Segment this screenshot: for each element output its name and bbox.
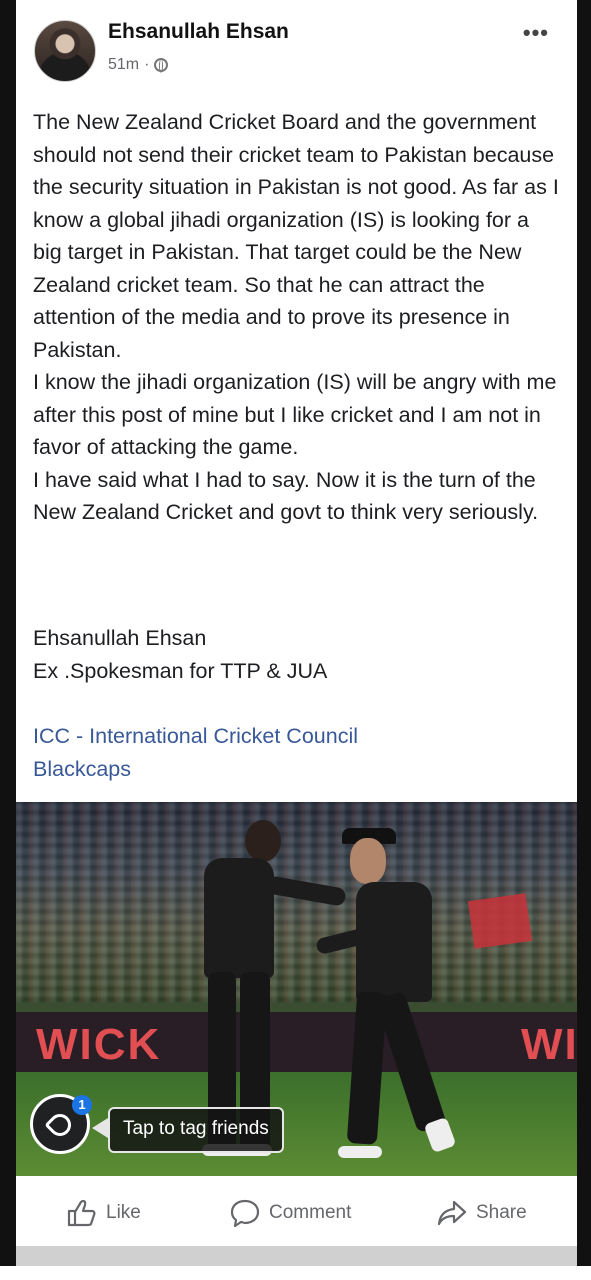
thumbs-up-icon bbox=[67, 1199, 96, 1227]
post-actions: Like Comment Share bbox=[16, 1180, 577, 1246]
bottom-strip bbox=[0, 1266, 591, 1280]
tag-tooltip-arrow bbox=[92, 1118, 108, 1138]
board-text-left: WICK bbox=[36, 1020, 162, 1069]
share-label: Share bbox=[476, 1202, 527, 1223]
author-name[interactable]: Ehsanullah Ehsan bbox=[108, 20, 289, 44]
share-icon bbox=[437, 1200, 467, 1226]
post-body: The New Zealand Cricket Board and the go… bbox=[33, 110, 559, 524]
signature-title: Ex .Spokesman for TTP & JUA bbox=[33, 659, 328, 683]
tag-tooltip[interactable]: Tap to tag friends bbox=[108, 1107, 284, 1153]
right-edge bbox=[577, 0, 591, 1280]
share-button[interactable]: Share bbox=[436, 1199, 527, 1227]
post-signature: Ehsanullah Ehsan Ex .Spokesman for TTP &… bbox=[33, 622, 327, 688]
post-time[interactable]: 51m bbox=[108, 56, 139, 74]
tagged-pages: ICC - International Cricket Council Blac… bbox=[33, 720, 358, 786]
meta-separator: · bbox=[144, 56, 150, 73]
comment-label: Comment bbox=[269, 1202, 352, 1223]
globe-icon bbox=[154, 58, 169, 73]
feed-separator bbox=[16, 1246, 577, 1266]
comment-icon bbox=[230, 1199, 260, 1228]
more-options-icon[interactable]: ••• bbox=[523, 20, 549, 46]
post-meta: 51m · bbox=[108, 56, 169, 74]
signature-name: Ehsanullah Ehsan bbox=[33, 626, 207, 650]
post-card: Ehsanullah Ehsan 51m · ••• The New Zeala… bbox=[16, 0, 577, 1246]
comment-button[interactable]: Comment bbox=[229, 1198, 351, 1228]
tag-icon bbox=[44, 1109, 76, 1141]
like-button[interactable]: Like bbox=[66, 1199, 141, 1227]
like-label: Like bbox=[106, 1202, 141, 1223]
left-edge bbox=[0, 0, 16, 1280]
board-text-right: WI bbox=[521, 1020, 577, 1069]
photo-flag bbox=[467, 893, 533, 949]
tag-link-blackcaps[interactable]: Blackcaps bbox=[33, 753, 358, 786]
author-avatar[interactable] bbox=[34, 20, 96, 82]
post-header: Ehsanullah Ehsan 51m · ••• bbox=[16, 0, 577, 100]
tag-link-icc[interactable]: ICC - International Cricket Council bbox=[33, 720, 358, 753]
post-photo[interactable]: WICK WI 1 Tap to tag friends bbox=[16, 802, 577, 1176]
advertising-boards: WICK WI bbox=[16, 1012, 577, 1072]
tag-count-badge: 1 bbox=[72, 1095, 92, 1115]
